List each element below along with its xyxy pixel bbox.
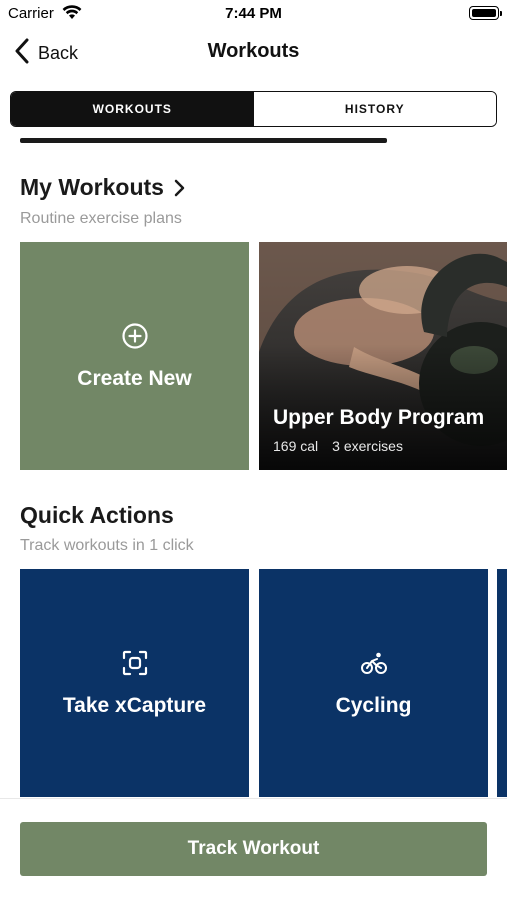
plus-circle-icon [121,322,149,355]
page-title: Workouts [207,40,300,62]
cycling-icon [360,649,388,682]
divider [0,798,507,799]
take-xcapture-card[interactable]: Take xCapture [20,569,249,797]
tab-workouts[interactable]: WORKOUTS [11,92,254,126]
quick-actions-header: Quick Actions [20,502,174,529]
tab-history[interactable]: HISTORY [253,92,496,126]
capture-icon [121,649,149,682]
navigation-bar: Back Workouts [0,30,507,76]
quick-actions-subtitle: Track workouts in 1 click [20,537,194,554]
my-workouts-header[interactable]: My Workouts [20,174,186,201]
my-workouts-subtitle: Routine exercise plans [20,210,182,227]
quick-action-card-partial[interactable] [497,569,507,797]
status-bar: Carrier 7:44 PM [0,0,507,28]
program-meta: 169 cal 3 exercises [273,438,403,454]
battery-icon [469,6,502,20]
my-workouts-title: My Workouts [20,174,164,200]
clock: 7:44 PM [225,5,282,22]
carousel-edge [20,138,387,143]
create-new-label: Create New [77,366,192,390]
segmented-control: WORKOUTS HISTORY [10,91,497,127]
cycling-card[interactable]: Cycling [259,569,488,797]
create-new-card[interactable]: Create New [20,242,249,470]
program-calories: 169 cal [273,438,319,454]
chevron-right-icon [174,179,186,197]
program-exercises: 3 exercises [332,438,403,454]
take-xcapture-label: Take xCapture [62,693,207,717]
quick-actions-title: Quick Actions [20,502,174,528]
program-title: Upper Body Program [273,406,485,429]
track-workout-button[interactable]: Track Workout [20,822,487,876]
upper-body-program-card[interactable]: Upper Body Program 169 cal 3 exercises [259,242,507,470]
cycling-label: Cycling [335,693,412,717]
